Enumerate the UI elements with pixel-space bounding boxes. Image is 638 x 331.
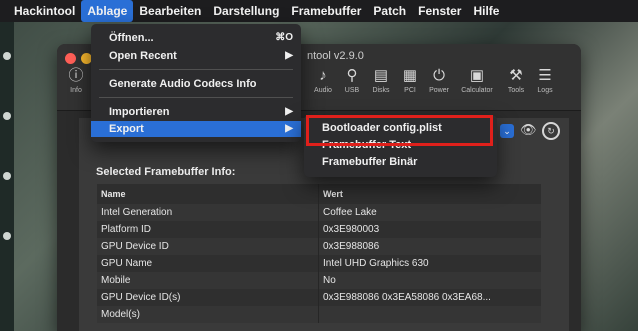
framebuffer-dropdown-button[interactable]: ⌄ [500, 124, 514, 138]
menu-item-label: Öffnen... [109, 32, 154, 44]
cell-name: GPU Name [97, 255, 319, 272]
logs-icon: ☰ [538, 67, 552, 84]
cell-value: Coffee Lake [323, 207, 377, 218]
cell-value: Intel UHD Graphics 630 [323, 258, 429, 269]
menu-bar: Hackintool Ablage Bearbeiten Darstellung… [0, 0, 638, 22]
toolbar-label: Calculator [461, 87, 493, 94]
table-row[interactable]: GPU Name Intel UHD Graphics 630 [97, 255, 541, 272]
table-body: Intel Generation Coffee Lake Platform ID… [97, 204, 541, 323]
toolbar-tools[interactable]: ⚒ Tools [501, 66, 531, 94]
cell-name: Intel Generation [97, 204, 319, 221]
toolbar-label: Audio [314, 87, 332, 94]
table-row[interactable]: Intel Generation Coffee Lake [97, 204, 541, 221]
power-icon: ⏻ [433, 67, 445, 84]
selected-framebuffer-label: Selected Framebuffer Info: [96, 166, 236, 178]
toolbar-label: Disks [372, 87, 390, 94]
table-row[interactable]: GPU Device ID 0x3E988086 [97, 238, 541, 255]
submenu-arrow-icon: ▶ [285, 106, 293, 117]
menu-framebuffer[interactable]: Framebuffer [285, 0, 367, 22]
cell-name: Mobile [97, 272, 319, 289]
eye-icon[interactable]: 👁 [520, 122, 537, 138]
menu-darstellung[interactable]: Darstellung [207, 0, 285, 22]
menu-item-shortcut: ⌘O [275, 32, 293, 43]
menu-separator [99, 69, 293, 70]
desktop-icon[interactable] [3, 172, 11, 180]
toolbar-label: USB [344, 87, 360, 94]
menu-item-import[interactable]: Importieren ▶ [91, 104, 301, 120]
toolbar-label: Tools [507, 87, 525, 94]
annotation-highlight-box [306, 115, 493, 146]
ablage-menu: Öffnen... ⌘O Open Recent ▶ Generate Audi… [91, 24, 301, 142]
column-header-name[interactable]: Name [97, 184, 319, 204]
disks-icon: ▤ [373, 67, 389, 84]
tools-icon: ⚒ [509, 67, 523, 84]
cell-value [319, 306, 541, 323]
toolbar-usb[interactable]: ⚲ USB [337, 66, 367, 94]
column-header-value[interactable]: Wert [319, 184, 541, 204]
cell-name: Platform ID [97, 221, 319, 238]
usb-icon: ⚲ [346, 67, 358, 84]
toolbar-label: Info [70, 87, 82, 94]
desktop-icon[interactable] [3, 112, 11, 120]
menu-item-open-recent[interactable]: Open Recent ▶ [91, 48, 301, 64]
cell-name: GPU Device ID(s) [97, 289, 319, 306]
cell-value: 0x3E988086 0x3EA58086 0x3EA68... [323, 292, 491, 303]
menu-item-generate-audio[interactable]: Generate Audio Codecs Info [91, 76, 301, 92]
submenu-arrow-icon: ▶ [285, 50, 293, 61]
toolbar-info[interactable]: ⓘ Info [61, 66, 91, 94]
close-window-button[interactable] [65, 53, 76, 64]
toolbar-audio[interactable]: ♪ Audio [308, 66, 338, 94]
menu-item-export[interactable]: Export ▶ [91, 121, 301, 137]
menu-separator [99, 97, 293, 98]
menu-item-open[interactable]: Öffnen... ⌘O [91, 30, 301, 46]
toolbar-logs[interactable]: ☰ Logs [530, 66, 560, 94]
cell-value: 0x3E988086 [323, 241, 380, 252]
menu-item-label: Generate Audio Codecs Info [109, 78, 257, 90]
table-row[interactable]: Platform ID 0x3E980003 [97, 221, 541, 238]
desktop-icon[interactable] [3, 232, 11, 240]
menu-item-label: Open Recent [109, 50, 177, 62]
menu-bearbeiten[interactable]: Bearbeiten [133, 0, 207, 22]
toolbar-pci[interactable]: ▦ PCI [395, 66, 425, 94]
toolbar-power[interactable]: ⏻ Power [424, 66, 454, 94]
audio-icon: ♪ [319, 67, 327, 84]
toolbar-label: Power [429, 87, 449, 94]
cell-name: Model(s) [97, 306, 319, 323]
menu-ablage[interactable]: Ablage [81, 0, 134, 22]
window-title: ntool v2.9.0 [307, 50, 364, 62]
table-row[interactable]: Mobile No [97, 272, 541, 289]
pci-icon: ▦ [402, 67, 418, 84]
framebuffer-info-table: Name Wert Intel Generation Coffee Lake P… [97, 184, 541, 323]
cell-value: No [323, 275, 336, 286]
submenu-item-framebuffer-binary[interactable]: Framebuffer Binär [322, 156, 417, 168]
table-header: Name Wert [97, 184, 541, 204]
menu-item-label: Importieren [109, 106, 170, 118]
menu-hilfe[interactable]: Hilfe [467, 0, 505, 22]
submenu-arrow-icon: ▶ [285, 123, 293, 134]
refresh-icon[interactable]: ↻ [542, 122, 560, 140]
desktop-icon[interactable] [3, 52, 11, 60]
toolbar-label: PCI [404, 87, 416, 94]
cell-name: GPU Device ID [97, 238, 319, 255]
toolbar-calculator[interactable]: ▣ Calculator [457, 66, 497, 94]
toolbar-label: Logs [537, 87, 553, 94]
table-row[interactable]: GPU Device ID(s) 0x3E988086 0x3EA58086 0… [97, 289, 541, 306]
desktop-strip [0, 22, 14, 331]
info-icon: ⓘ [68, 67, 84, 84]
menu-patch[interactable]: Patch [367, 0, 412, 22]
calculator-icon: ▣ [469, 67, 485, 84]
toolbar-disks[interactable]: ▤ Disks [366, 66, 396, 94]
cell-value: 0x3E980003 [323, 224, 380, 235]
menu-hackintool[interactable]: Hackintool [8, 0, 81, 22]
menu-item-label: Export [109, 123, 144, 135]
table-row[interactable]: Model(s) [97, 306, 541, 323]
menu-fenster[interactable]: Fenster [412, 0, 467, 22]
